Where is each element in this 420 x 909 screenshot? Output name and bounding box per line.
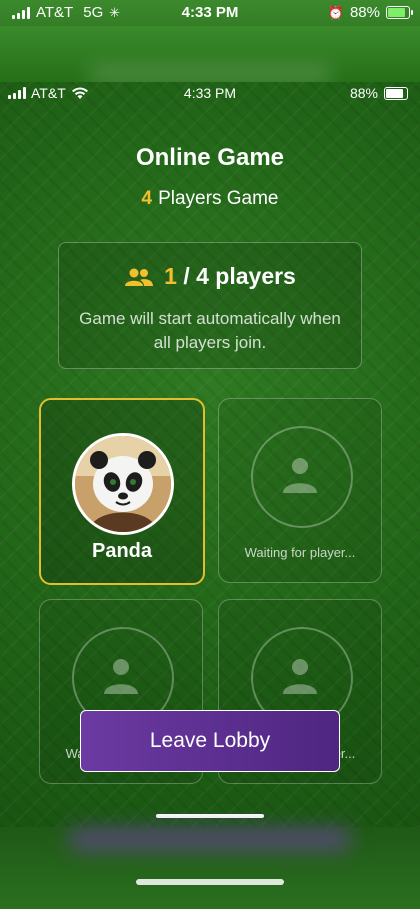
current-players: 1 bbox=[164, 263, 177, 289]
total-players: / 4 players bbox=[183, 263, 296, 289]
outer-status-bar: AT&T 5G ✳ 4:33 PM ⏰ 88% bbox=[0, 0, 420, 26]
players-label: Players Game bbox=[158, 188, 279, 209]
inner-home-indicator bbox=[156, 814, 264, 818]
person-icon bbox=[283, 458, 317, 493]
page-title: Online Game bbox=[135, 144, 285, 171]
players-count: 4 bbox=[141, 188, 153, 209]
player-count-row: 1 / 4 players bbox=[59, 263, 361, 290]
backdrop bbox=[0, 26, 420, 82]
battery-charging-icon bbox=[386, 6, 413, 19]
player-slot-1: Panda bbox=[39, 398, 205, 585]
waiting-label: Waiting for player... bbox=[244, 545, 356, 560]
inner-status-bar: AT&T 4:33 PM 88% bbox=[0, 82, 420, 104]
avatar bbox=[72, 433, 174, 535]
alarm-icon: ⏰ bbox=[327, 4, 344, 20]
battery-percent: 88% bbox=[349, 85, 378, 101]
player-slot-2: Waiting for player... bbox=[218, 398, 382, 583]
leave-lobby-button[interactable]: Leave Lobby bbox=[80, 710, 340, 772]
panda-avatar-image bbox=[75, 436, 171, 532]
inner-status-right: 88% bbox=[350, 85, 408, 101]
group-icon bbox=[125, 268, 154, 286]
players-subtitle: 4 Players Game bbox=[0, 188, 420, 210]
app-screen: AT&T 4:33 PM 88% Online Game 4 Players Ga… bbox=[0, 82, 420, 827]
outer-status-right: ⏰ 88% bbox=[327, 4, 413, 21]
empty-avatar bbox=[251, 426, 353, 528]
battery-percent: 88% bbox=[349, 4, 380, 21]
home-indicator[interactable] bbox=[136, 879, 284, 885]
player-name: Panda bbox=[91, 540, 153, 562]
lobby-info-card: 1 / 4 players Game will start automatica… bbox=[58, 242, 362, 369]
auto-start-message: Game will start automatically when all p… bbox=[79, 309, 341, 352]
bottom-backdrop bbox=[0, 827, 420, 909]
battery-icon bbox=[384, 86, 408, 100]
